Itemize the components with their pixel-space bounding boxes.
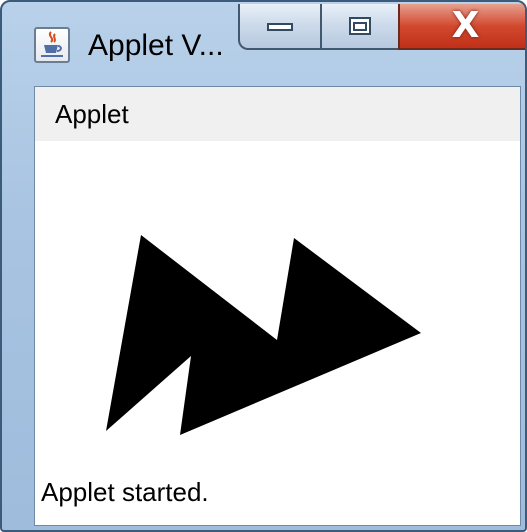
applet-viewer-window: Applet V... X Applet Applet started. bbox=[0, 0, 527, 532]
title-bar[interactable]: Applet V... X bbox=[2, 2, 525, 86]
minimize-icon bbox=[267, 23, 293, 31]
minimize-button[interactable] bbox=[238, 4, 322, 50]
status-message: Applet started. bbox=[41, 477, 209, 507]
drawn-black-shape bbox=[106, 235, 421, 435]
maximize-button[interactable] bbox=[320, 4, 400, 50]
menu-applet[interactable]: Applet bbox=[55, 97, 129, 131]
applet-drawing bbox=[106, 235, 421, 435]
menu-bar: Applet bbox=[35, 87, 520, 142]
applet-client-area: Applet Applet started. bbox=[34, 86, 521, 526]
close-button[interactable]: X bbox=[398, 4, 525, 50]
maximize-icon bbox=[349, 17, 371, 35]
close-icon: X bbox=[451, 5, 480, 46]
applet-canvas[interactable] bbox=[35, 141, 520, 471]
window-title: Applet V... bbox=[88, 29, 224, 62]
java-cup-icon[interactable] bbox=[34, 27, 70, 63]
